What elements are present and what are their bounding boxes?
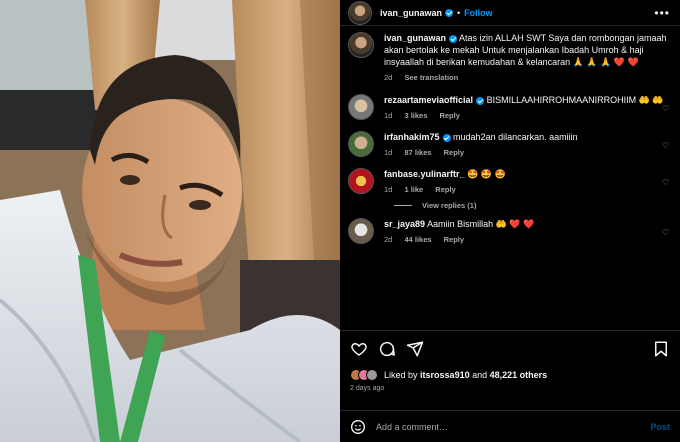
- comment-likes[interactable]: 44 likes: [404, 235, 431, 244]
- post-comment-button[interactable]: Post: [650, 422, 670, 432]
- post-header: ivan_gunawan • Follow •••: [340, 0, 680, 26]
- comment-likes[interactable]: 3 likes: [404, 111, 427, 120]
- action-bar: [340, 330, 680, 366]
- comment-time[interactable]: 1d: [384, 111, 392, 120]
- heart-icon[interactable]: [350, 340, 368, 358]
- comment-likes[interactable]: 87 likes: [404, 148, 431, 157]
- add-comment-input[interactable]: Add a comment…: [376, 422, 650, 432]
- commenter-username[interactable]: irfanhakim75: [384, 132, 440, 142]
- see-translation-link[interactable]: See translation: [404, 73, 458, 82]
- comment-time[interactable]: 1d: [384, 185, 392, 194]
- liked-by-prefix: Liked by: [384, 370, 418, 380]
- caption-avatar[interactable]: [348, 32, 374, 58]
- commenter-avatar[interactable]: [348, 94, 374, 120]
- comment-text: Aamiin Bismillah: [427, 219, 494, 229]
- post-dialog: ivan_gunawan • Follow ••• ivan_gunawan A…: [0, 0, 680, 442]
- heart-icon[interactable]: ♡: [662, 228, 670, 237]
- verified-badge-icon: [476, 96, 485, 105]
- post-side-panel: ivan_gunawan • Follow ••• ivan_gunawan A…: [340, 0, 680, 442]
- commenter-username[interactable]: sr_jaya89: [384, 219, 425, 229]
- post-photo[interactable]: [0, 0, 340, 442]
- smile-icon[interactable]: [350, 419, 366, 435]
- liked-by-user[interactable]: itsrossa910: [420, 370, 470, 380]
- view-replies-button[interactable]: View replies (1): [394, 201, 670, 210]
- comment-text: mudah2an dilancarkan. aamiiin: [453, 132, 578, 142]
- more-dots-icon[interactable]: •••: [654, 6, 670, 20]
- comment-emoji: 🤲 ❤️ ❤️: [495, 219, 535, 229]
- heart-icon[interactable]: ♡: [662, 141, 670, 150]
- commenter-avatar[interactable]: [348, 168, 374, 194]
- comment-item: rezaartameviaofficial BISMILLAAHIRROHMAA…: [348, 94, 670, 122]
- verified-badge-icon: [449, 34, 458, 43]
- replies-divider: [394, 205, 412, 206]
- reply-button[interactable]: Reply: [444, 235, 464, 244]
- comment-icon[interactable]: [378, 340, 396, 358]
- liker-avatars: [350, 369, 378, 381]
- liked-by-count[interactable]: 48,221 others: [490, 370, 548, 380]
- heart-icon[interactable]: ♡: [662, 178, 670, 187]
- separator-dot: •: [457, 7, 461, 18]
- comment-likes[interactable]: 1 like: [404, 185, 423, 194]
- selfie-image: [0, 0, 340, 442]
- commenter-avatar[interactable]: [348, 131, 374, 157]
- comment-time[interactable]: 1d: [384, 148, 392, 157]
- verified-badge-icon: [442, 133, 451, 142]
- view-replies-label: View replies (1): [422, 201, 477, 210]
- comment-time[interactable]: 2d: [384, 235, 392, 244]
- commenter-avatar[interactable]: [348, 218, 374, 244]
- caption: ivan_gunawan Atas izin ALLAH SWT Saya da…: [348, 32, 670, 84]
- add-comment-bar: Add a comment… Post: [340, 410, 680, 442]
- reply-button[interactable]: Reply: [439, 111, 459, 120]
- posted-time[interactable]: 2 days ago: [340, 384, 680, 398]
- comment-item: fanbase.yulinarftr_ 🤩 🤩 🤩 1d 1 like Repl…: [348, 168, 670, 196]
- caption-username[interactable]: ivan_gunawan: [384, 33, 446, 43]
- comment-emoji: 🤲 🤲: [638, 95, 664, 105]
- comment-text: BISMILLAAHIRROHMAANIRROHIIM: [486, 95, 637, 105]
- author-avatar[interactable]: [348, 0, 372, 25]
- comments-list: ivan_gunawan Atas izin ALLAH SWT Saya da…: [340, 26, 680, 330]
- share-icon[interactable]: [406, 340, 424, 358]
- reply-button[interactable]: Reply: [444, 148, 464, 157]
- verified-badge-icon: [445, 8, 454, 17]
- liked-by-middle: and: [472, 370, 488, 380]
- author-username[interactable]: ivan_gunawan: [380, 8, 442, 18]
- comment-emoji: 🤩 🤩 🤩: [467, 169, 506, 179]
- comment-item: irfanhakim75 mudah2an dilancarkan. aamii…: [348, 131, 670, 159]
- bookmark-icon[interactable]: [652, 340, 670, 358]
- comment-item: sr_jaya89 Aamiin Bismillah 🤲 ❤️ ❤️ 2d 44…: [348, 218, 670, 246]
- likes-summary: Liked by itsrossa910 and 48,221 others: [340, 366, 680, 384]
- follow-button[interactable]: Follow: [464, 8, 493, 18]
- reply-button[interactable]: Reply: [435, 185, 455, 194]
- heart-icon[interactable]: ♡: [662, 104, 670, 113]
- commenter-username[interactable]: fanbase.yulinarftr_: [384, 169, 465, 179]
- commenter-username[interactable]: rezaartameviaofficial: [384, 95, 473, 105]
- caption-time[interactable]: 2d: [384, 73, 392, 82]
